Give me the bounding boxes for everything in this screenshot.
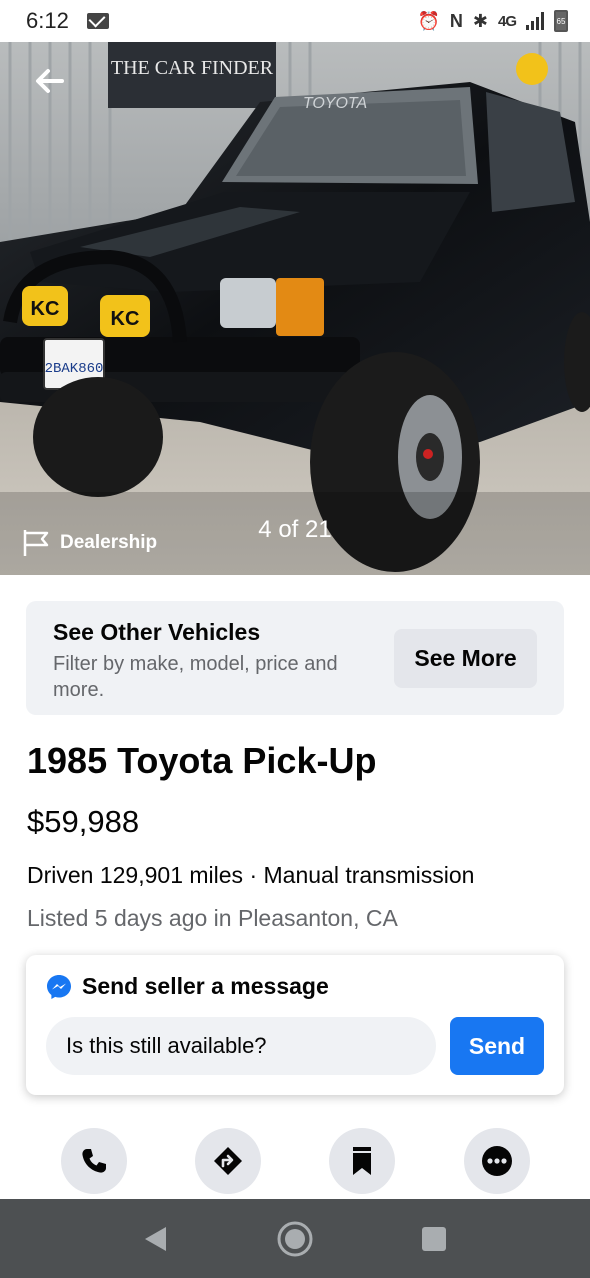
bluetooth-icon: ✱: [472, 10, 488, 31]
nav-home-button[interactable]: [270, 1199, 320, 1278]
directions-icon: [214, 1147, 242, 1175]
alarm-icon: ⏰: [417, 10, 440, 31]
nav-back-icon: [145, 1226, 166, 1251]
phone-icon: [82, 1149, 106, 1173]
signal-icon: [526, 12, 544, 30]
message-seller-card: Send seller a message Is this still avai…: [26, 955, 564, 1095]
promo-description: Filter by make, model, price and more.: [53, 653, 338, 701]
listing-location: Listed 5 days ago in Pleasanton, CA: [27, 905, 398, 931]
see-more-button[interactable]: See More: [394, 629, 537, 688]
nav-recents-button[interactable]: [409, 1199, 459, 1278]
bookmark-icon: [353, 1147, 371, 1175]
system-nav-bar: [0, 1199, 590, 1278]
status-time: 6:12: [26, 8, 69, 33]
status-icons: ⏰ N ✱ 4G 65: [417, 10, 568, 32]
status-bar: 6:12 ⏰ N ✱ 4G 65: [0, 0, 590, 42]
call-button[interactable]: [61, 1128, 127, 1194]
kc-light-left-text: KC: [31, 298, 60, 320]
promo-title: See Other Vehicles: [53, 619, 261, 645]
photo-gallery[interactable]: THE CAR FINDER TOYOTA KC KC 2BAK860 Deal…: [0, 42, 590, 575]
photo-counter: 4 of 21: [258, 516, 332, 543]
license-plate-text: 2BAK860: [45, 361, 104, 377]
nav-home-icon: [277, 1221, 313, 1256]
nav-back-button[interactable]: [130, 1199, 180, 1278]
more-options-button[interactable]: [464, 1128, 530, 1194]
kc-light-right-text: KC: [111, 308, 140, 330]
listing-price: $59,988: [27, 804, 140, 839]
network-type: 4G: [497, 12, 517, 30]
battery-icon: 65: [554, 10, 568, 32]
truck-photo: THE CAR FINDER TOYOTA KC KC 2BAK860: [0, 42, 590, 575]
back-arrow-icon[interactable]: [32, 64, 66, 98]
see-other-vehicles-card: See Other Vehicles Filter by make, model…: [26, 601, 564, 715]
battery-level: 65: [556, 16, 566, 26]
nfc-icon: N: [449, 10, 463, 31]
message-heading: Send seller a message: [46, 973, 329, 1000]
save-button[interactable]: [329, 1128, 395, 1194]
action-bar: [0, 1128, 590, 1194]
windshield-text: TOYOTA: [303, 95, 367, 112]
mail-icon: [86, 13, 109, 29]
listing-specs: Driven 129,901 miles · Manual transmissi…: [27, 862, 475, 888]
message-heading-label: Send seller a message: [82, 973, 329, 999]
message-input[interactable]: Is this still available?: [46, 1017, 436, 1075]
dealer-sign-text: THE CAR FINDER: [111, 57, 274, 79]
nav-recents-icon: [422, 1226, 446, 1251]
send-button[interactable]: Send: [450, 1017, 544, 1075]
listing-title: 1985 Toyota Pick-Up: [27, 740, 377, 781]
messenger-icon: [47, 974, 71, 999]
more-icon: [482, 1146, 512, 1176]
directions-button[interactable]: [195, 1128, 261, 1194]
